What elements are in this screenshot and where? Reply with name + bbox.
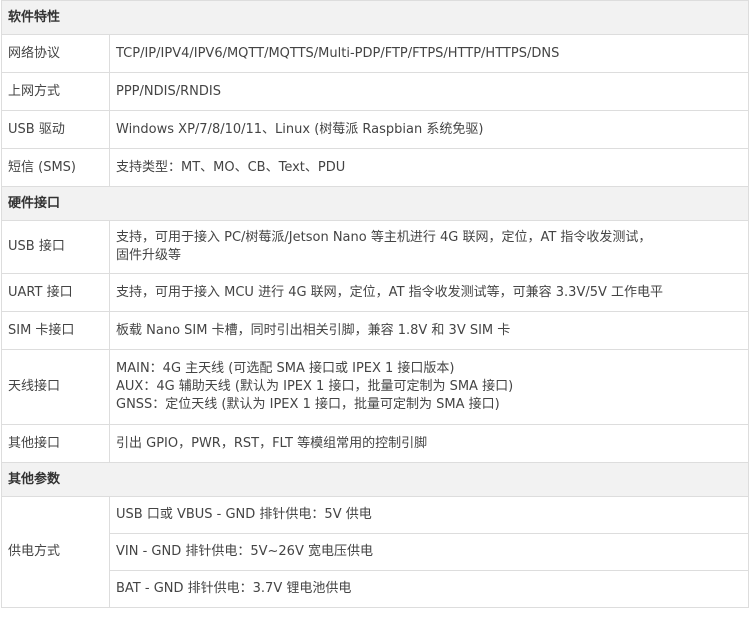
table-row-antenna: 天线接口 MAIN：4G 主天线 (可选配 SMA 接口或 IPEX 1 接口版… <box>1 349 749 425</box>
row-value: TCP/IP/IPV4/IPV6/MQTT/MQTTS/Multi-PDP/FT… <box>109 34 749 73</box>
row-label: 供电方式 <box>1 496 110 608</box>
row-value: 支持，可用于接入 PC/树莓派/Jetson Nano 等主机进行 4G 联网，… <box>109 220 749 274</box>
row-value: VIN - GND 排针供电：5V~26V 宽电压供电 <box>109 533 749 571</box>
table-row-power-3: BAT - GND 排针供电：3.7V 锂电池供电 <box>2 570 749 608</box>
table-row-other-port: 其他接口 引出 GPIO，PWR，RST，FLT 等模组常用的控制引脚 <box>1 424 749 463</box>
row-label: SIM 卡接口 <box>1 311 110 350</box>
row-value: 支持类型：MT、MO、CB、Text、PDU <box>109 148 749 187</box>
row-value: 引出 GPIO，PWR，RST，FLT 等模组常用的控制引脚 <box>109 424 749 463</box>
row-value: USB 口或 VBUS - GND 排针供电：5V 供电 <box>109 496 749 534</box>
table-row-sms: 短信 (SMS) 支持类型：MT、MO、CB、Text、PDU <box>1 148 749 187</box>
row-label: 上网方式 <box>1 72 110 111</box>
section-row-hardware: 硬件接口 <box>1 186 749 221</box>
table-row-usb-driver: USB 驱动 Windows XP/7/8/10/11、Linux (树莓派 R… <box>1 110 749 149</box>
row-label: 短信 (SMS) <box>1 148 110 187</box>
row-label: 天线接口 <box>1 349 110 425</box>
table-row-uart-port: UART 接口 支持，可用于接入 MCU 进行 4G 联网，定位，AT 指令收发… <box>1 273 749 312</box>
section-title-software: 软件特性 <box>1 0 749 35</box>
row-label: USB 驱动 <box>1 110 110 149</box>
section-title-hardware: 硬件接口 <box>1 186 749 221</box>
table-row-power: 供电方式 USB 口或 VBUS - GND 排针供电：5V 供电 <box>1 496 749 608</box>
row-value-line: GNSS：定位天线 (默认为 IPEX 1 接口，批量可定制为 SMA 接口) <box>116 397 500 412</box>
row-label: 其他接口 <box>1 424 110 463</box>
row-value: Windows XP/7/8/10/11、Linux (树莓派 Raspbian… <box>109 110 749 149</box>
row-value-line: MAIN：4G 主天线 (可选配 SMA 接口或 IPEX 1 接口版本) <box>116 361 455 376</box>
row-value: BAT - GND 排针供电：3.7V 锂电池供电 <box>109 570 749 608</box>
row-label: 网络协议 <box>1 34 110 73</box>
row-value-line: 固件升级等 <box>116 248 182 263</box>
section-row-other: 其他参数 <box>1 462 749 497</box>
row-value: PPP/NDIS/RNDIS <box>109 72 749 111</box>
row-value: 板载 Nano SIM 卡槽，同时引出相关引脚，兼容 1.8V 和 3V SIM… <box>109 311 749 350</box>
table-row-power-2: VIN - GND 排针供电：5V~26V 宽电压供电 <box>2 533 749 571</box>
table-row-usb-port: USB 接口 支持，可用于接入 PC/树莓派/Jetson Nano 等主机进行… <box>1 220 749 274</box>
table-row-network-protocol: 网络协议 TCP/IP/IPV4/IPV6/MQTT/MQTTS/Multi-P… <box>1 34 749 73</box>
section-row-software: 软件特性 <box>1 0 749 35</box>
row-label: USB 接口 <box>1 220 110 274</box>
row-value: MAIN：4G 主天线 (可选配 SMA 接口或 IPEX 1 接口版本) AU… <box>109 349 749 425</box>
section-title-other: 其他参数 <box>1 462 749 497</box>
table-row-dialup: 上网方式 PPP/NDIS/RNDIS <box>1 72 749 111</box>
row-label: UART 接口 <box>1 273 110 312</box>
row-value-line: 支持，可用于接入 PC/树莓派/Jetson Nano 等主机进行 4G 联网，… <box>116 230 652 245</box>
table-row-sim-port: SIM 卡接口 板载 Nano SIM 卡槽，同时引出相关引脚，兼容 1.8V … <box>1 311 749 350</box>
row-value: 支持，可用于接入 MCU 进行 4G 联网，定位，AT 指令收发测试等，可兼容 … <box>109 273 749 312</box>
row-value-line: AUX：4G 辅助天线 (默认为 IPEX 1 接口，批量可定制为 SMA 接口… <box>116 379 514 394</box>
spec-table: 软件特性 网络协议 TCP/IP/IPV4/IPV6/MQTT/MQTTS/Mu… <box>1 0 749 608</box>
